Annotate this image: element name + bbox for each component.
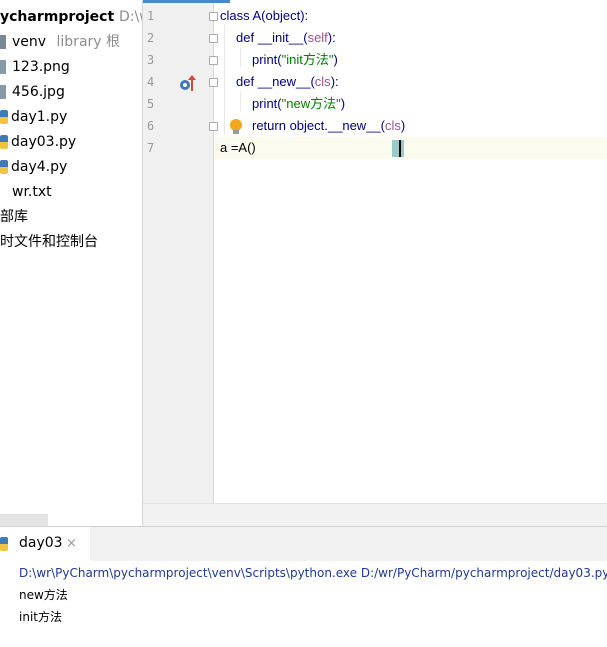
keyword: def <box>236 74 258 89</box>
code-editor[interactable]: 1 2 3 4 5 6 7 class A(object): def __ini… <box>143 0 607 527</box>
current-line-highlight <box>214 137 607 159</box>
project-panel: ycharmproject D:\wr\ venv library 根 123.… <box>0 0 143 526</box>
code-text: __init__( <box>257 30 308 45</box>
parameter: cls <box>384 118 401 133</box>
string-literal: "init方法" <box>281 52 334 67</box>
fold-marker-icon[interactable] <box>209 78 218 87</box>
line-number: 3 <box>147 53 155 67</box>
project-root-name: ycharmproject <box>0 9 115 25</box>
close-icon[interactable]: × <box>66 536 77 551</box>
indent-guide <box>224 25 225 135</box>
code-line-5: print("new方法") <box>252 93 345 115</box>
python-file-icon <box>0 110 8 124</box>
tree-item-scratches[interactable]: 时文件和控制台 <box>0 230 98 254</box>
fold-end-marker-icon[interactable] <box>209 56 218 65</box>
editor-horizontal-scrollbar[interactable] <box>143 503 607 527</box>
tree-item-venv[interactable]: venv library 根 <box>0 30 120 54</box>
library-root-label: library 根 <box>56 34 121 50</box>
text-caret <box>399 140 401 157</box>
string-literal: "new方法" <box>281 96 341 111</box>
code-line-1: class A(object): <box>220 5 308 27</box>
code-text: print( <box>252 52 282 67</box>
code-text: ): <box>327 30 336 45</box>
parameter: self <box>307 30 328 45</box>
line-number: 5 <box>147 97 155 111</box>
tree-item-label: 部库 <box>0 209 28 225</box>
tree-item-label: day03.py <box>11 134 77 150</box>
code-text: __new__( <box>257 74 315 89</box>
tree-item-456-jpg[interactable]: 456.jpg <box>0 80 65 104</box>
console-output-line: new方法 <box>19 588 68 602</box>
code-line-7: a =A() <box>220 137 256 159</box>
tree-item-label: 123.png <box>12 59 70 75</box>
console-output-line: init方法 <box>19 610 62 624</box>
tree-item-label: day4.py <box>11 159 68 175</box>
python-file-icon <box>0 160 8 174</box>
tree-item-label: venv <box>12 34 47 50</box>
lightbulb-icon[interactable] <box>230 119 242 134</box>
keyword: def <box>236 30 258 45</box>
run-tab-label: day03 <box>19 535 63 551</box>
tree-item-day4-py[interactable]: day4.py <box>0 155 67 179</box>
project-root-path: D:\wr\ <box>119 9 142 25</box>
tree-item-label: wr.txt <box>12 184 52 200</box>
keyword: class <box>220 8 253 23</box>
python-file-icon <box>0 537 8 551</box>
image-file-icon <box>0 60 6 74</box>
indent-guide <box>240 47 241 67</box>
fold-end-marker-icon[interactable] <box>209 122 218 131</box>
brace-match-highlight <box>392 140 404 157</box>
editor-gutter[interactable]: 1 2 3 4 5 6 7 <box>143 3 218 503</box>
line-number: 2 <box>147 31 155 45</box>
console-command-line: D:\wr\PyCharm\pycharmproject\venv\Script… <box>19 566 607 580</box>
code-line-6: return object.__new__(cls) <box>252 115 405 137</box>
code-text: ) <box>400 118 406 133</box>
project-root[interactable]: ycharmproject D:\wr\ <box>0 5 142 29</box>
tree-item-external-libraries[interactable]: 部库 <box>0 205 28 229</box>
code-line-3: print("init方法") <box>252 49 338 71</box>
code-text: a =A() <box>220 140 256 155</box>
python-file-icon <box>0 135 8 149</box>
tree-item-day1-py[interactable]: day1.py <box>0 105 67 129</box>
parameter: cls <box>314 74 331 89</box>
indent-guide <box>240 91 241 111</box>
tree-item-123-png[interactable]: 123.png <box>0 55 70 79</box>
line-number: 6 <box>147 119 155 133</box>
code-line-2: def __init__(self): <box>236 27 336 49</box>
code-text: print( <box>252 96 282 111</box>
code-text: ): <box>330 74 339 89</box>
line-number: 7 <box>147 141 155 155</box>
code-text: A(object): <box>252 8 309 23</box>
line-number: 1 <box>147 9 155 23</box>
code-text: ) <box>340 96 346 111</box>
folder-icon <box>0 35 6 49</box>
text-file-icon <box>0 185 6 199</box>
code-text: ) <box>333 52 338 67</box>
fold-marker-icon[interactable] <box>209 12 218 21</box>
code-line-4: def __new__(cls): <box>236 71 339 93</box>
tree-item-label: day1.py <box>11 109 68 125</box>
run-tab-day03[interactable]: day03 × <box>0 527 90 561</box>
fold-marker-icon[interactable] <box>209 34 218 43</box>
code-text: object.__new__( <box>289 118 385 133</box>
tree-item-day03-py[interactable]: day03.py <box>0 130 76 154</box>
run-console[interactable]: D:\wr\PyCharm\pycharmproject\venv\Script… <box>0 561 607 647</box>
tree-item-wr-txt[interactable]: wr.txt <box>0 180 52 204</box>
overrides-arrow-icon[interactable] <box>188 75 196 91</box>
run-panel-header: day03 × <box>0 526 607 562</box>
keyword: return <box>252 118 290 133</box>
line-number: 4 <box>147 75 155 89</box>
project-horizontal-scrollbar[interactable] <box>0 514 48 526</box>
override-method-icon[interactable] <box>180 80 190 90</box>
tree-item-label: 时文件和控制台 <box>0 234 98 250</box>
image-file-icon <box>0 85 6 99</box>
tree-item-label: 456.jpg <box>12 84 65 100</box>
